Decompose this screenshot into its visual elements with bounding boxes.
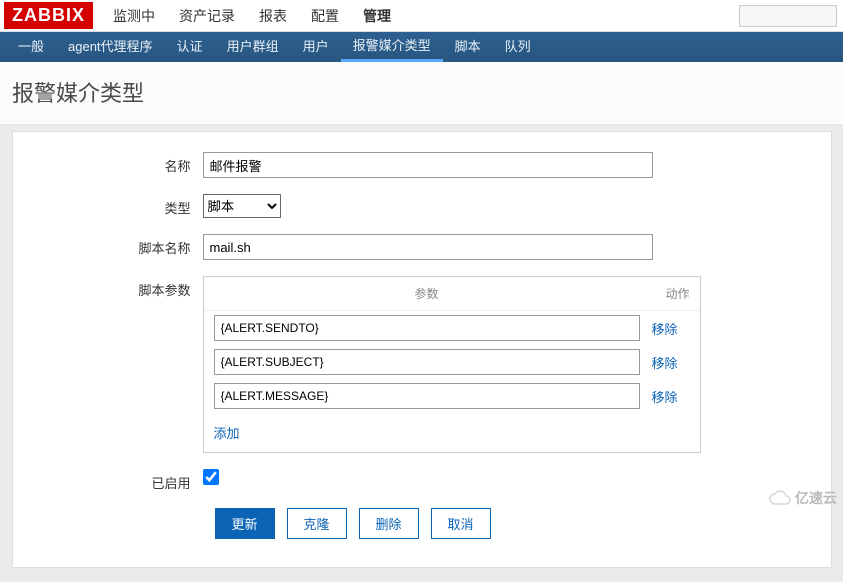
- clone-button[interactable]: 克隆: [287, 508, 347, 539]
- page-title: 报警媒介类型: [0, 62, 843, 125]
- select-type[interactable]: 脚本: [203, 194, 281, 218]
- input-name[interactable]: [203, 152, 653, 178]
- sub-menu-item[interactable]: 认证: [165, 32, 215, 62]
- sub-menu-item[interactable]: agent代理程序: [56, 32, 165, 62]
- top-menu-item[interactable]: 监测中: [101, 0, 167, 32]
- sub-menu-item[interactable]: 用户群组: [215, 32, 291, 62]
- row-enabled: 已启用: [33, 469, 811, 492]
- label-enabled: 已启用: [33, 469, 203, 492]
- param-input[interactable]: [214, 349, 640, 375]
- param-row: 移除: [204, 311, 700, 345]
- row-script-name: 脚本名称: [33, 234, 811, 260]
- sub-menu-bar: 一般agent代理程序认证用户群组用户报警媒介类型脚本队列: [0, 32, 843, 62]
- sub-menu-item[interactable]: 一般: [6, 32, 56, 62]
- param-row: 移除: [204, 379, 700, 413]
- params-header-action: 动作: [640, 285, 690, 302]
- row-type: 类型 脚本: [33, 194, 811, 218]
- top-bar: ZABBIX 监测中资产记录报表配置管理: [0, 0, 843, 32]
- param-row: 移除: [204, 345, 700, 379]
- top-menu-item[interactable]: 配置: [299, 0, 351, 32]
- cancel-button[interactable]: 取消: [431, 508, 491, 539]
- update-button[interactable]: 更新: [215, 508, 275, 539]
- row-script-params: 脚本参数 参数 动作 移除移除移除 添加: [33, 276, 811, 453]
- sub-menu-item[interactable]: 脚本: [443, 32, 493, 62]
- label-script-name: 脚本名称: [33, 234, 203, 257]
- form-panel: 名称 类型 脚本 脚本名称 脚本参数 参数: [12, 131, 832, 568]
- params-header: 参数 动作: [204, 277, 700, 311]
- remove-link[interactable]: 移除: [652, 353, 690, 372]
- top-menu: 监测中资产记录报表配置管理: [101, 0, 403, 32]
- cloud-icon: [769, 490, 791, 506]
- search-input[interactable]: [739, 5, 837, 27]
- top-menu-item[interactable]: 管理: [351, 0, 403, 32]
- param-input[interactable]: [214, 383, 640, 409]
- row-name: 名称: [33, 152, 811, 178]
- params-header-param: 参数: [214, 285, 640, 302]
- params-table: 参数 动作 移除移除移除 添加: [203, 276, 701, 453]
- top-menu-item[interactable]: 报表: [247, 0, 299, 32]
- checkbox-enabled[interactable]: [203, 469, 219, 485]
- logo: ZABBIX: [4, 2, 93, 29]
- sub-menu-item[interactable]: 队列: [493, 32, 543, 62]
- remove-link[interactable]: 移除: [652, 387, 690, 406]
- watermark: 亿速云: [769, 488, 837, 508]
- input-script-name[interactable]: [203, 234, 653, 260]
- button-row: 更新 克隆 删除 取消: [215, 508, 811, 539]
- sub-menu-item[interactable]: 用户: [291, 32, 341, 62]
- label-name: 名称: [33, 152, 203, 175]
- sub-menu-item[interactable]: 报警媒介类型: [341, 32, 443, 62]
- top-menu-item[interactable]: 资产记录: [167, 0, 247, 32]
- remove-link[interactable]: 移除: [652, 319, 690, 338]
- label-type: 类型: [33, 194, 203, 217]
- search-box: [739, 5, 837, 27]
- add-param-link[interactable]: 添加: [204, 413, 250, 452]
- label-script-params: 脚本参数: [33, 276, 203, 299]
- param-input[interactable]: [214, 315, 640, 341]
- delete-button[interactable]: 删除: [359, 508, 419, 539]
